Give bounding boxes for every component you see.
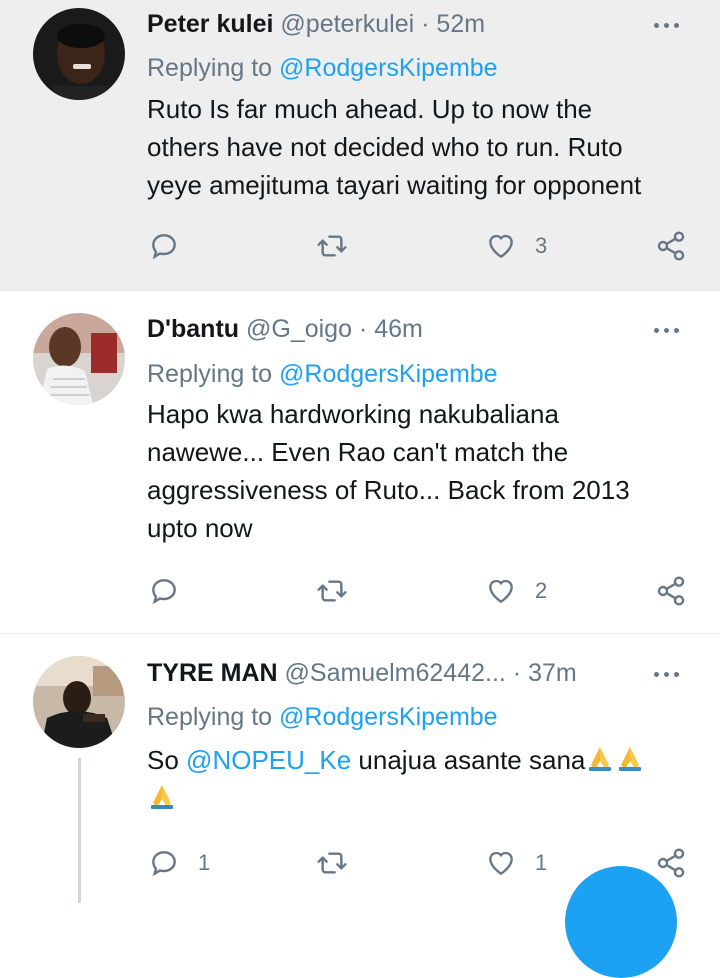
tweet-text-line: yeye amejituma tayari waiting for oppone…	[147, 170, 642, 200]
tweet-3[interactable]: TYRE MAN @Samuelm62442... · 37m Replying…	[0, 634, 720, 903]
tweet-text-line: Hapo kwa hardworking nakubaliana	[147, 399, 559, 429]
tweet-2[interactable]: D'bantu @G_oigo · 46m Replying to @Rodge…	[0, 291, 720, 634]
display-name[interactable]: D'bantu	[147, 315, 239, 343]
share-button[interactable]	[655, 571, 687, 611]
action-bar: 3	[0, 226, 720, 266]
share-button[interactable]	[655, 226, 687, 266]
reply-button[interactable]	[148, 226, 198, 266]
like-count: 1	[535, 850, 548, 875]
user-handle[interactable]: @G_oigo	[246, 315, 352, 343]
replying-to-label: Replying to	[147, 54, 273, 82]
avatar[interactable]	[33, 656, 125, 748]
reply-icon	[152, 234, 176, 260]
separator-dot: ·	[358, 315, 368, 343]
more-options-icon[interactable]	[654, 669, 684, 679]
retweet-icon	[317, 235, 347, 257]
avatar[interactable]	[33, 8, 125, 100]
reply-icon	[152, 851, 176, 877]
separator-dot: ·	[421, 10, 430, 38]
tweet-text: Ruto Is far much ahead. Up to now the ot…	[147, 90, 697, 204]
heart-icon	[489, 579, 513, 604]
tweet-text-line: Ruto Is far much ahead. Up to now the	[147, 94, 593, 124]
like-button[interactable]: 1	[485, 843, 547, 883]
display-name[interactable]: Peter kulei	[147, 10, 273, 38]
tweet-header: Peter kulei @peterkulei · 52m	[147, 9, 680, 39]
tweet-header: D'bantu @G_oigo · 46m	[147, 314, 680, 344]
retweet-button[interactable]	[316, 843, 348, 883]
tweet-text-suffix: unajua asante sana	[358, 745, 586, 775]
like-button[interactable]: 3	[485, 226, 547, 266]
share-button[interactable]	[655, 843, 687, 883]
like-count: 2	[535, 578, 548, 603]
retweet-icon	[317, 852, 347, 874]
timestamp[interactable]: 52m	[436, 10, 485, 38]
replying-to-label: Replying to	[147, 360, 273, 388]
tweet-text: So @NOPEU_Ke unajua asante sana	[147, 741, 687, 817]
display-name[interactable]: TYRE MAN	[147, 659, 278, 687]
heart-icon	[489, 234, 513, 259]
tweet-text-line: nawewe... Even Rao can't match the	[147, 437, 569, 467]
folded-hands-emoji	[147, 781, 177, 811]
timestamp[interactable]: 46m	[374, 315, 423, 343]
tweet-header: TYRE MAN @Samuelm62442... · 37m	[147, 658, 680, 688]
tweet-mention[interactable]: @NOPEU_Ke	[186, 745, 351, 775]
timestamp[interactable]: 37m	[528, 659, 577, 687]
share-icon	[657, 231, 685, 261]
replying-to-mention[interactable]: @RodgersKipembe	[279, 360, 498, 388]
retweet-button[interactable]	[316, 571, 348, 611]
more-options-icon[interactable]	[654, 325, 684, 335]
retweet-button[interactable]	[316, 226, 348, 266]
reply-count: 1	[198, 850, 211, 875]
tweet-1[interactable]: Peter kulei @peterkulei · 52m Replying t…	[0, 0, 720, 291]
reply-button[interactable]	[148, 571, 198, 611]
folded-hands-emoji	[615, 743, 645, 773]
tweet-text-line: upto now	[147, 513, 253, 543]
user-handle[interactable]: @Samuelm62442...	[285, 659, 506, 687]
action-bar: 2	[0, 571, 720, 611]
tweet-text-prefix: So	[147, 745, 179, 775]
reply-icon	[152, 579, 176, 605]
like-count: 3	[535, 233, 548, 258]
tweet-text-line: others have not decided who to run. Ruto	[147, 132, 623, 162]
replying-to-mention[interactable]: @RodgersKipembe	[279, 703, 498, 731]
replying-to: Replying to @RodgersKipembe	[147, 53, 498, 83]
folded-hands-emoji	[585, 743, 615, 773]
compose-fab-button[interactable]	[565, 866, 677, 978]
heart-icon	[489, 851, 513, 876]
share-icon	[657, 848, 685, 878]
like-button[interactable]: 2	[485, 571, 547, 611]
user-handle[interactable]: @peterkulei	[280, 10, 414, 38]
more-options-icon[interactable]	[654, 20, 684, 30]
tweet-text: Hapo kwa hardworking nakubaliana nawewe.…	[147, 395, 697, 547]
tweet-text-line: aggressiveness of Ruto... Back from 2013	[147, 475, 630, 505]
replying-to: Replying to @RodgersKipembe	[147, 702, 498, 732]
replying-to-mention[interactable]: @RodgersKipembe	[279, 54, 498, 82]
separator-dot: ·	[512, 659, 522, 687]
replying-to-label: Replying to	[147, 703, 273, 731]
replying-to: Replying to @RodgersKipembe	[147, 359, 498, 389]
reply-button[interactable]: 1	[148, 843, 210, 883]
share-icon	[657, 576, 685, 606]
avatar[interactable]	[33, 313, 125, 405]
retweet-icon	[317, 580, 347, 602]
